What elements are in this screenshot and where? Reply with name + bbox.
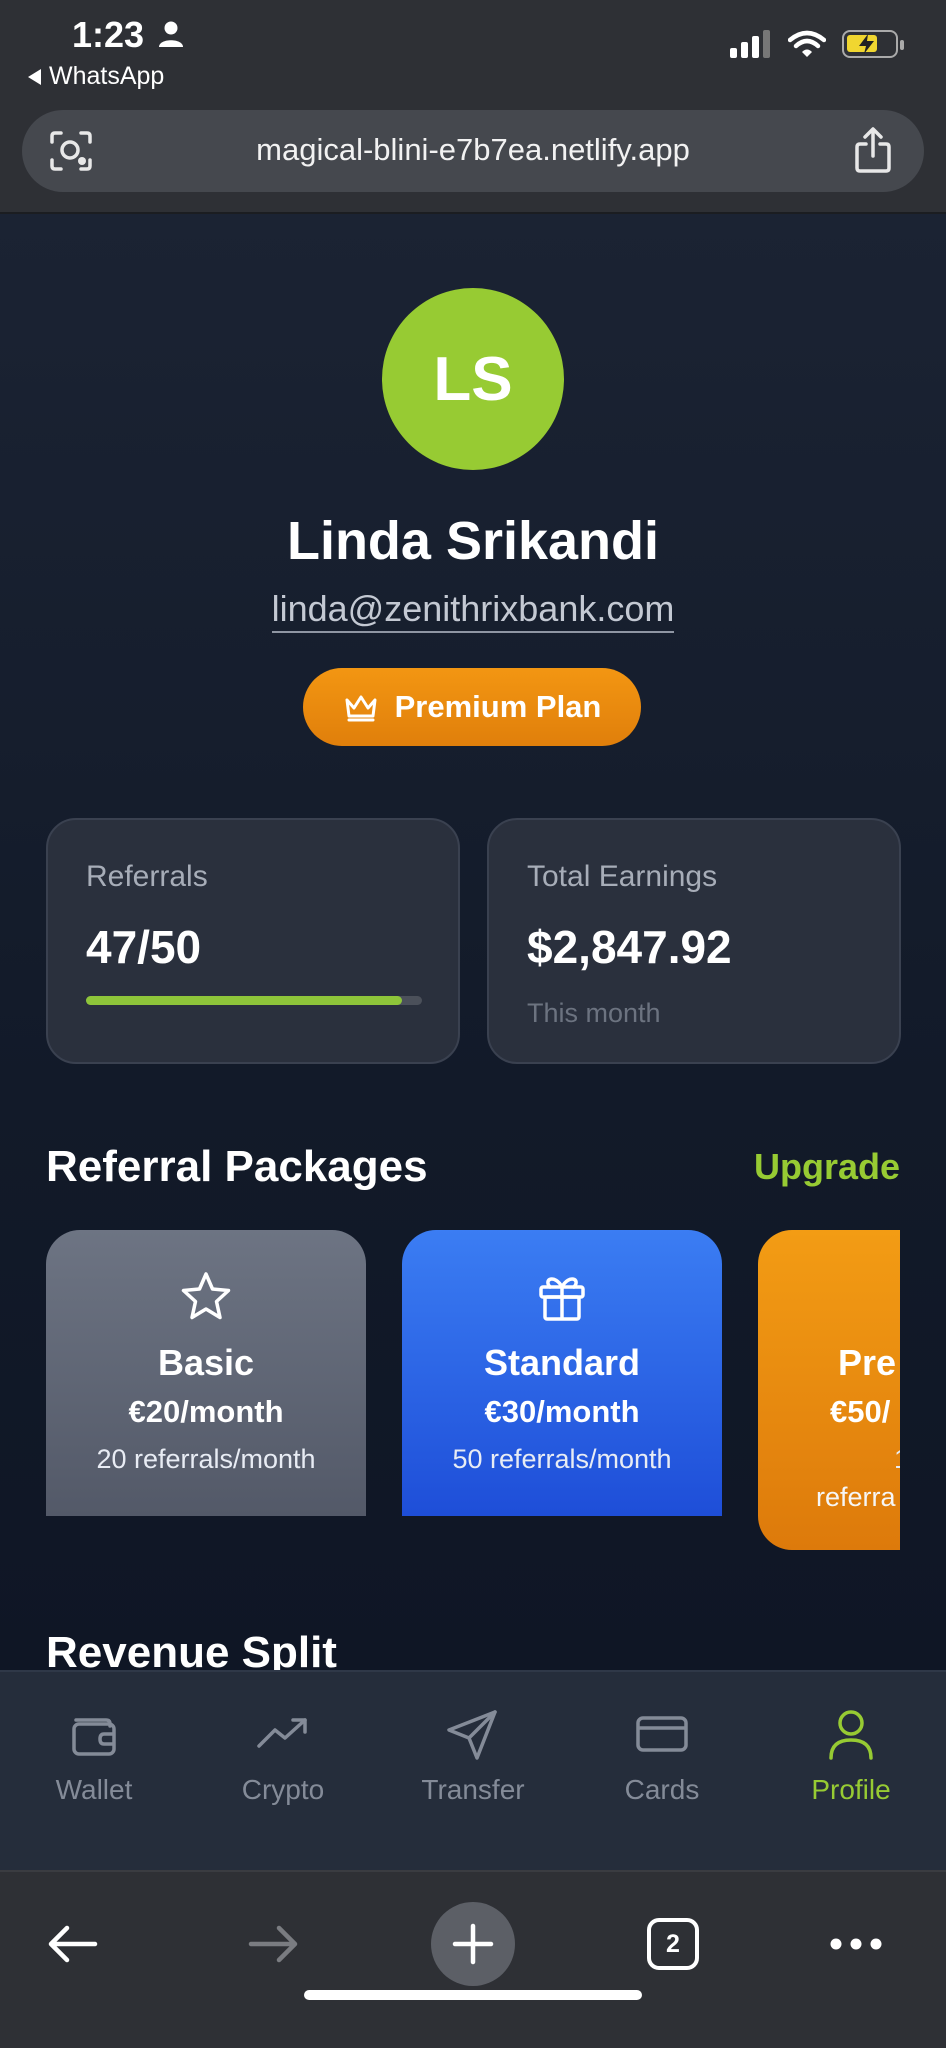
user-name: Linda Srikandi (286, 511, 660, 571)
more-icon (830, 1938, 882, 1950)
trend-icon (257, 1718, 307, 1748)
earnings-value: $2,847.92 (527, 921, 732, 973)
user-email-text: linda@zenithrixbank.com (271, 588, 675, 633)
nav-item-profile[interactable]: Profile (756, 1706, 946, 1806)
back-triangle-icon (28, 68, 41, 85)
referrals-progress-fill (86, 996, 402, 1005)
send-icon (447, 1710, 497, 1760)
referrals-stat-card: Referrals 47/50 (46, 818, 460, 1064)
back-app-label: WhatsApp (49, 62, 165, 90)
package-description-line2: referra (816, 1482, 896, 1512)
arrow-left-icon (48, 1925, 98, 1963)
browser-bottom-toolbar: 2 (0, 1870, 946, 2048)
package-name: Basic (157, 1342, 255, 1383)
new-tab-button[interactable] (431, 1902, 515, 1986)
browser-top-chrome: 1:23 WhatsApp magical-blini-e7b7ea.netli… (0, 0, 946, 214)
package-card-standard[interactable]: Standard €30/month 50 referrals/month (402, 1230, 722, 1516)
package-carousel[interactable]: Basic €20/month 20 referrals/month Stand… (46, 1230, 900, 1550)
user-icon (829, 1710, 873, 1760)
referrals-progress-bar (86, 996, 422, 1005)
battery-icon (842, 30, 904, 58)
plan-badge-label: Premium Plan (394, 689, 602, 724)
nav-item-cards[interactable]: Cards (567, 1706, 757, 1806)
package-description: 50 referrals/month (452, 1444, 672, 1474)
arrow-right-icon (248, 1925, 298, 1963)
status-time: 1:23 (72, 14, 145, 55)
browser-forward-button[interactable] (232, 1902, 316, 1986)
share-icon[interactable] (852, 126, 894, 174)
nav-label: Transfer (421, 1774, 525, 1805)
wifi-icon (788, 30, 826, 57)
signal-icon (730, 30, 770, 58)
nav-label: Wallet (55, 1774, 133, 1805)
package-description: 1 (894, 1444, 900, 1475)
status-icons (730, 30, 904, 58)
star-icon (181, 1272, 231, 1320)
package-card-premium[interactable]: Pre €50/ 1 referra (758, 1230, 900, 1550)
app-bottom-nav: Wallet Crypto Transfer Cards Profile (0, 1670, 946, 1870)
wallet-icon (72, 1718, 116, 1756)
premium-plan-badge: Premium Plan (303, 668, 641, 746)
plus-icon (452, 1923, 494, 1965)
package-description: 20 referrals/month (96, 1444, 316, 1474)
home-indicator (304, 1990, 642, 2000)
upgrade-link[interactable]: Upgrade (754, 1146, 900, 1188)
nav-item-crypto[interactable]: Crypto (188, 1706, 378, 1806)
earnings-stat-card: Total Earnings $2,847.92 This month (487, 818, 901, 1064)
nav-item-transfer[interactable]: Transfer (378, 1706, 568, 1806)
crown-icon (345, 695, 377, 722)
package-price: €30/month (484, 1394, 640, 1429)
person-status-icon (159, 21, 183, 47)
back-to-app-link[interactable]: WhatsApp (28, 62, 164, 91)
more-menu-button[interactable] (814, 1902, 898, 1986)
nav-label: Cards (624, 1774, 700, 1805)
referral-packages-title: Referral Packages (46, 1142, 428, 1191)
gift-icon (539, 1277, 585, 1321)
address-bar[interactable]: magical-blini-e7b7ea.netlify.app (22, 110, 924, 192)
tab-switcher-button[interactable]: 2 (631, 1902, 715, 1986)
nav-label: Crypto (241, 1774, 325, 1805)
package-name: Standard (483, 1342, 641, 1383)
package-price: €20/month (128, 1394, 284, 1429)
url-text: magical-blini-e7b7ea.netlify.app (256, 132, 690, 167)
package-price: €50/ (830, 1394, 891, 1429)
earnings-label: Total Earnings (527, 860, 718, 893)
avatar: LS (382, 288, 564, 470)
nav-label: Profile (811, 1774, 891, 1805)
browser-back-button[interactable] (30, 1902, 114, 1986)
referrals-value: 47/50 (86, 921, 202, 973)
referrals-label: Referrals (86, 860, 208, 893)
package-name: Pre (838, 1342, 897, 1383)
tab-count: 2 (647, 1918, 699, 1970)
profile-page: LS Linda Srikandi linda@zenithrixbank.co… (0, 214, 946, 1670)
user-email-link[interactable]: linda@zenithrixbank.com (0, 588, 946, 633)
card-icon (636, 1716, 688, 1752)
earnings-period: This month (527, 998, 661, 1028)
revenue-split-title: Revenue Split (46, 1628, 337, 1670)
nav-item-wallet[interactable]: Wallet (0, 1706, 189, 1806)
package-card-basic[interactable]: Basic €20/month 20 referrals/month (46, 1230, 366, 1516)
